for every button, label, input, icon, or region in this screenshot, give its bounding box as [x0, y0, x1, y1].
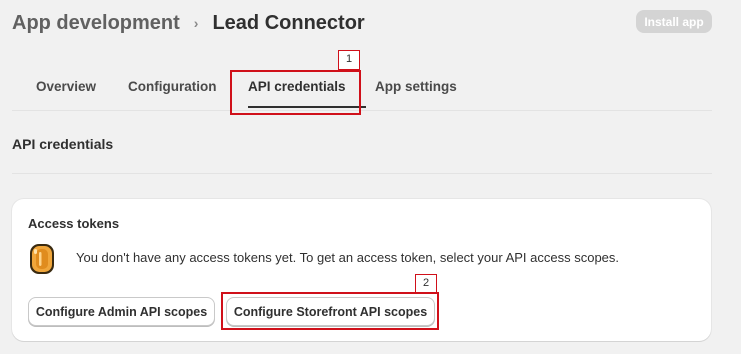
configure-admin-api-scopes-button[interactable]: Configure Admin API scopes: [28, 297, 215, 326]
empty-state-message: You don't have any access tokens yet. To…: [76, 250, 620, 265]
breadcrumb: App development › Lead Connector: [12, 10, 365, 36]
tab-overview[interactable]: Overview: [36, 70, 96, 104]
section-title: API credentials: [12, 136, 114, 152]
tab-bar: Overview Configuration API credentials A…: [12, 70, 741, 110]
page-title: Lead Connector: [212, 11, 365, 34]
tab-app-settings[interactable]: App settings: [375, 70, 457, 104]
install-app-button[interactable]: Install app: [636, 10, 712, 33]
tabs-divider: [12, 110, 712, 111]
annotation-label-2: 2: [415, 274, 437, 293]
annotation-label-1: 1: [338, 50, 360, 70]
chevron-right-icon: ›: [193, 15, 199, 31]
card-title: Access tokens: [28, 216, 120, 231]
coin-icon: [30, 244, 54, 274]
annotation-box-2: [221, 292, 439, 330]
breadcrumb-parent-link[interactable]: App development: [12, 12, 180, 35]
tab-configuration[interactable]: Configuration: [128, 70, 216, 104]
section-divider: [12, 173, 712, 174]
annotation-box-1: [230, 70, 361, 115]
